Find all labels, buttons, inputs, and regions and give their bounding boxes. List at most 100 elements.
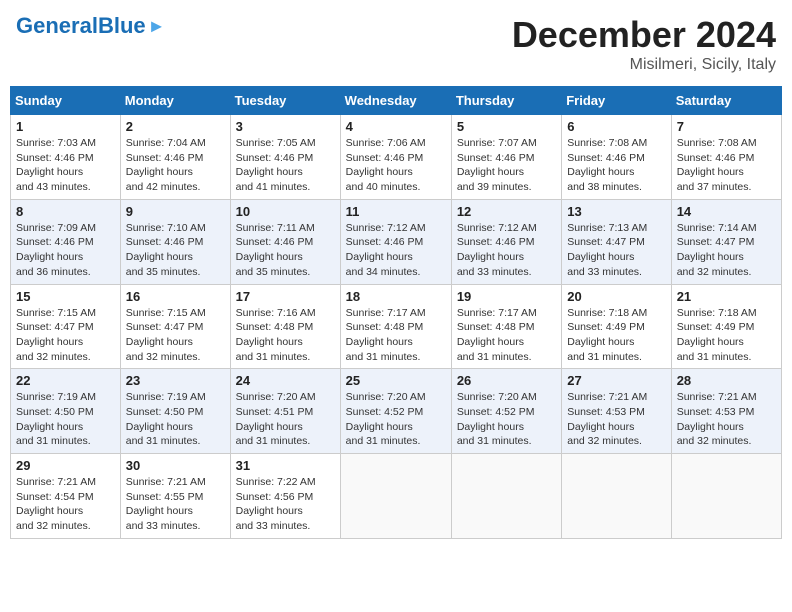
cell-content: Sunrise: 7:15 AMSunset: 4:47 PMDaylight … (126, 307, 206, 363)
cell-content: Sunrise: 7:12 AMSunset: 4:46 PMDaylight … (457, 222, 537, 278)
week-row: 8 Sunrise: 7:09 AMSunset: 4:46 PMDaylight… (11, 199, 782, 284)
cell-content: Sunrise: 7:13 AMSunset: 4:47 PMDaylight … (567, 222, 647, 278)
cell-content: Sunrise: 7:20 AMSunset: 4:51 PMDaylight … (236, 391, 316, 447)
cell-content: Sunrise: 7:04 AMSunset: 4:46 PMDaylight … (126, 137, 206, 193)
week-row: 29Sunrise: 7:21 AMSunset: 4:54 PMDayligh… (11, 454, 782, 539)
table-row: 4Sunrise: 7:06 AMSunset: 4:46 PMDaylight… (340, 115, 451, 200)
table-row: 22 Sunrise: 7:19 AMSunset: 4:50 PMDayligh… (11, 369, 121, 454)
day-number: 22 (16, 373, 115, 388)
col-monday: Monday (120, 87, 230, 115)
cell-content: Sunrise: 7:07 AMSunset: 4:46 PMDaylight … (457, 137, 537, 193)
table-row: 8 Sunrise: 7:09 AMSunset: 4:46 PMDaylight… (11, 199, 121, 284)
col-tuesday: Tuesday (230, 87, 340, 115)
cell-content: Sunrise: 7:10 AMSunset: 4:46 PMDaylight … (126, 222, 206, 278)
table-row: 13 Sunrise: 7:13 AMSunset: 4:47 PMDayligh… (562, 199, 671, 284)
cell-content: Sunrise: 7:14 AMSunset: 4:47 PMDaylight … (677, 222, 757, 278)
cell-content: Sunrise: 7:22 AMSunset: 4:56 PMDaylight … (236, 476, 316, 532)
day-number: 13 (567, 204, 665, 219)
col-wednesday: Wednesday (340, 87, 451, 115)
day-number: 28 (677, 373, 776, 388)
table-row: 31 Sunrise: 7:22 AMSunset: 4:56 PMDayligh… (230, 454, 340, 539)
day-number: 20 (567, 289, 665, 304)
table-row: 26 Sunrise: 7:20 AMSunset: 4:52 PMDayligh… (451, 369, 561, 454)
cell-content: Sunrise: 7:21 AMSunset: 4:53 PMDaylight … (567, 391, 647, 447)
cell-content: Sunrise: 7:21 AMSunset: 4:55 PMDaylight … (126, 476, 206, 532)
cell-content: Sunrise: 7:18 AMSunset: 4:49 PMDaylight … (677, 307, 757, 363)
day-number: 6 (567, 119, 665, 134)
day-number: 15 (16, 289, 115, 304)
cell-content: Sunrise: 7:19 AMSunset: 4:50 PMDaylight … (16, 391, 96, 447)
day-number: 21 (677, 289, 776, 304)
cell-content: Sunrise: 7:08 AMSunset: 4:46 PMDaylight … (677, 137, 757, 193)
table-row: 19 Sunrise: 7:17 AMSunset: 4:48 PMDayligh… (451, 284, 561, 369)
table-row: 11 Sunrise: 7:12 AMSunset: 4:46 PMDayligh… (340, 199, 451, 284)
table-row: 27 Sunrise: 7:21 AMSunset: 4:53 PMDayligh… (562, 369, 671, 454)
cell-content: Sunrise: 7:03 AMSunset: 4:46 PMDaylight … (16, 137, 96, 193)
day-number: 9 (126, 204, 225, 219)
day-number: 14 (677, 204, 776, 219)
day-number: 3 (236, 119, 335, 134)
logo-text: GeneralBlue (16, 14, 146, 38)
cell-content: Sunrise: 7:18 AMSunset: 4:49 PMDaylight … (567, 307, 647, 363)
table-row (451, 454, 561, 539)
day-number: 4 (346, 119, 446, 134)
day-number: 27 (567, 373, 665, 388)
logo-general: General (16, 13, 98, 38)
day-number: 1 (16, 119, 115, 134)
table-row: 30 Sunrise: 7:21 AMSunset: 4:55 PMDayligh… (120, 454, 230, 539)
day-number: 29 (16, 458, 115, 473)
page-header: GeneralBlue ► December 2024 Misilmeri, S… (10, 10, 782, 78)
table-row: 23 Sunrise: 7:19 AMSunset: 4:50 PMDayligh… (120, 369, 230, 454)
table-row: 21 Sunrise: 7:18 AMSunset: 4:49 PMDayligh… (671, 284, 781, 369)
table-row: 5Sunrise: 7:07 AMSunset: 4:46 PMDaylight… (451, 115, 561, 200)
day-number: 19 (457, 289, 556, 304)
cell-content: Sunrise: 7:21 AMSunset: 4:53 PMDaylight … (677, 391, 757, 447)
day-number: 30 (126, 458, 225, 473)
table-row: 14 Sunrise: 7:14 AMSunset: 4:47 PMDayligh… (671, 199, 781, 284)
col-saturday: Saturday (671, 87, 781, 115)
day-number: 12 (457, 204, 556, 219)
day-number: 26 (457, 373, 556, 388)
day-number: 18 (346, 289, 446, 304)
day-number: 11 (346, 204, 446, 219)
table-row (340, 454, 451, 539)
cell-content: Sunrise: 7:05 AMSunset: 4:46 PMDaylight … (236, 137, 316, 193)
calendar-header-row: Sunday Monday Tuesday Wednesday Thursday… (11, 87, 782, 115)
cell-content: Sunrise: 7:17 AMSunset: 4:48 PMDaylight … (457, 307, 537, 363)
logo: GeneralBlue ► (16, 14, 165, 38)
table-row: 1 Sunrise: 7:03 AMSunset: 4:46 PMDaylight… (11, 115, 121, 200)
cell-content: Sunrise: 7:12 AMSunset: 4:46 PMDaylight … (346, 222, 426, 278)
col-friday: Friday (562, 87, 671, 115)
table-row: 17Sunrise: 7:16 AMSunset: 4:48 PMDayligh… (230, 284, 340, 369)
day-number: 16 (126, 289, 225, 304)
day-number: 10 (236, 204, 335, 219)
day-number: 8 (16, 204, 115, 219)
cell-content: Sunrise: 7:08 AMSunset: 4:46 PMDaylight … (567, 137, 647, 193)
table-row: 9 Sunrise: 7:10 AMSunset: 4:46 PMDaylight… (120, 199, 230, 284)
cell-content: Sunrise: 7:11 AMSunset: 4:46 PMDaylight … (236, 222, 315, 278)
cell-content: Sunrise: 7:15 AMSunset: 4:47 PMDaylight … (16, 307, 96, 363)
table-row: 7 Sunrise: 7:08 AMSunset: 4:46 PMDaylight… (671, 115, 781, 200)
table-row: 12 Sunrise: 7:12 AMSunset: 4:46 PMDayligh… (451, 199, 561, 284)
cell-content: Sunrise: 7:20 AMSunset: 4:52 PMDaylight … (457, 391, 537, 447)
day-number: 31 (236, 458, 335, 473)
table-row: 24 Sunrise: 7:20 AMSunset: 4:51 PMDayligh… (230, 369, 340, 454)
day-number: 23 (126, 373, 225, 388)
calendar-table: Sunday Monday Tuesday Wednesday Thursday… (10, 86, 782, 539)
cell-content: Sunrise: 7:20 AMSunset: 4:52 PMDaylight … (346, 391, 426, 447)
table-row: 10 Sunrise: 7:11 AMSunset: 4:46 PMDayligh… (230, 199, 340, 284)
day-number: 17 (236, 289, 335, 304)
month-title: December 2024 (512, 14, 776, 56)
day-number: 24 (236, 373, 335, 388)
location: Misilmeri, Sicily, Italy (512, 56, 776, 74)
day-number: 25 (346, 373, 446, 388)
day-number: 7 (677, 119, 776, 134)
table-row: 6 Sunrise: 7:08 AMSunset: 4:46 PMDaylight… (562, 115, 671, 200)
table-row: 29Sunrise: 7:21 AMSunset: 4:54 PMDayligh… (11, 454, 121, 539)
week-row: 1 Sunrise: 7:03 AMSunset: 4:46 PMDaylight… (11, 115, 782, 200)
cell-content: Sunrise: 7:17 AMSunset: 4:48 PMDaylight … (346, 307, 426, 363)
table-row: 18 Sunrise: 7:17 AMSunset: 4:48 PMDayligh… (340, 284, 451, 369)
cell-content: Sunrise: 7:19 AMSunset: 4:50 PMDaylight … (126, 391, 206, 447)
table-row: 15 Sunrise: 7:15 AMSunset: 4:47 PMDayligh… (11, 284, 121, 369)
cell-content: Sunrise: 7:09 AMSunset: 4:46 PMDaylight … (16, 222, 96, 278)
